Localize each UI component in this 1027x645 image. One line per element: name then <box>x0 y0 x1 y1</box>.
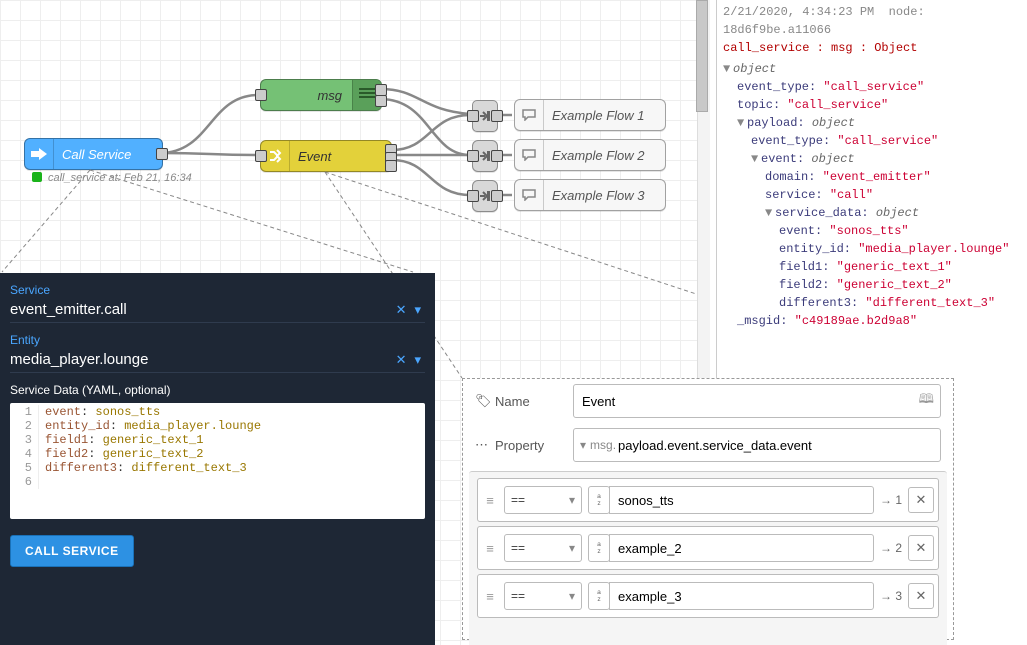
chevron-down-icon[interactable]: ▾ <box>410 298 425 322</box>
clear-icon[interactable]: ✕ <box>392 298 411 322</box>
string-type-icon[interactable]: az <box>588 486 610 514</box>
tag-icon: 🏷 <box>475 393 495 409</box>
string-type-icon[interactable]: az <box>588 534 610 562</box>
drag-handle-icon[interactable]: ≡ <box>482 589 498 604</box>
switch-node-editor: 🏷 Name 🕮 ⋯ Property ▾ msg. ≡==▾az→ 1✕≡==… <box>462 378 954 640</box>
delete-rule-button[interactable]: ✕ <box>908 535 934 561</box>
name-label: Name <box>495 394 573 409</box>
operator-select[interactable]: ==▾ <box>504 582 582 610</box>
switch-rule[interactable]: ≡ ==▾az → 1 ✕ <box>477 478 939 522</box>
scrollbar-thumb[interactable] <box>696 0 708 112</box>
switch-rule[interactable]: ≡ ==▾az → 3 ✕ <box>477 574 939 618</box>
operator-select[interactable]: ==▾ <box>504 486 582 514</box>
call-service-button[interactable]: CALL SERVICE <box>10 535 134 567</box>
switch-rule[interactable]: ≡ ==▾az → 2 ✕ <box>477 526 939 570</box>
entity-input[interactable] <box>10 347 392 372</box>
ellipsis-icon: ⋯ <box>475 437 495 453</box>
debug-timestamp: 2/21/2020, 4:34:23 PM <box>723 5 874 19</box>
service-label: Service <box>10 283 425 297</box>
chevron-down-icon[interactable]: ▾ <box>410 348 425 372</box>
rule-value-input[interactable] <box>616 492 867 509</box>
entity-label: Entity <box>10 333 425 347</box>
yaml-editor[interactable]: 1event: sonos_tts2entity_id: media_playe… <box>10 403 425 519</box>
bookmark-icon[interactable]: 🕮 <box>919 390 934 412</box>
canvas-scrollbar[interactable] <box>697 0 710 380</box>
rule-output: → 3 <box>880 589 902 603</box>
rule-output: → 1 <box>880 493 902 507</box>
clear-icon[interactable]: ✕ <box>392 348 411 372</box>
property-input[interactable] <box>616 437 934 454</box>
string-type-icon[interactable]: az <box>588 582 610 610</box>
rule-output: → 2 <box>880 541 902 555</box>
rule-value-input[interactable] <box>616 588 867 605</box>
debug-msg-path: call_service : msg : Object <box>723 41 917 55</box>
service-input[interactable] <box>10 297 392 322</box>
operator-select[interactable]: ==▾ <box>504 534 582 562</box>
name-input[interactable] <box>580 393 919 410</box>
delete-rule-button[interactable]: ✕ <box>908 583 934 609</box>
msg-prefix: msg. <box>590 438 616 452</box>
rule-value-input[interactable] <box>616 540 867 557</box>
drag-handle-icon[interactable]: ≡ <box>482 493 498 508</box>
yaml-label: Service Data (YAML, optional) <box>10 383 425 397</box>
service-call-panel: Service ✕ ▾ Entity ✕ ▾ Service Data (YAM… <box>0 273 435 645</box>
debug-tree[interactable]: ▼object event_type: "call_service" topic… <box>717 60 1027 330</box>
property-label: Property <box>495 438 573 453</box>
rules-list: ≡==▾az→ 1✕≡==▾az→ 2✕≡==▾az→ 3✕ <box>469 471 947 645</box>
debug-sidebar[interactable]: 2/21/2020, 4:34:23 PM node: 18d6f9be.a11… <box>716 0 1027 380</box>
drag-handle-icon[interactable]: ≡ <box>482 541 498 556</box>
delete-rule-button[interactable]: ✕ <box>908 487 934 513</box>
